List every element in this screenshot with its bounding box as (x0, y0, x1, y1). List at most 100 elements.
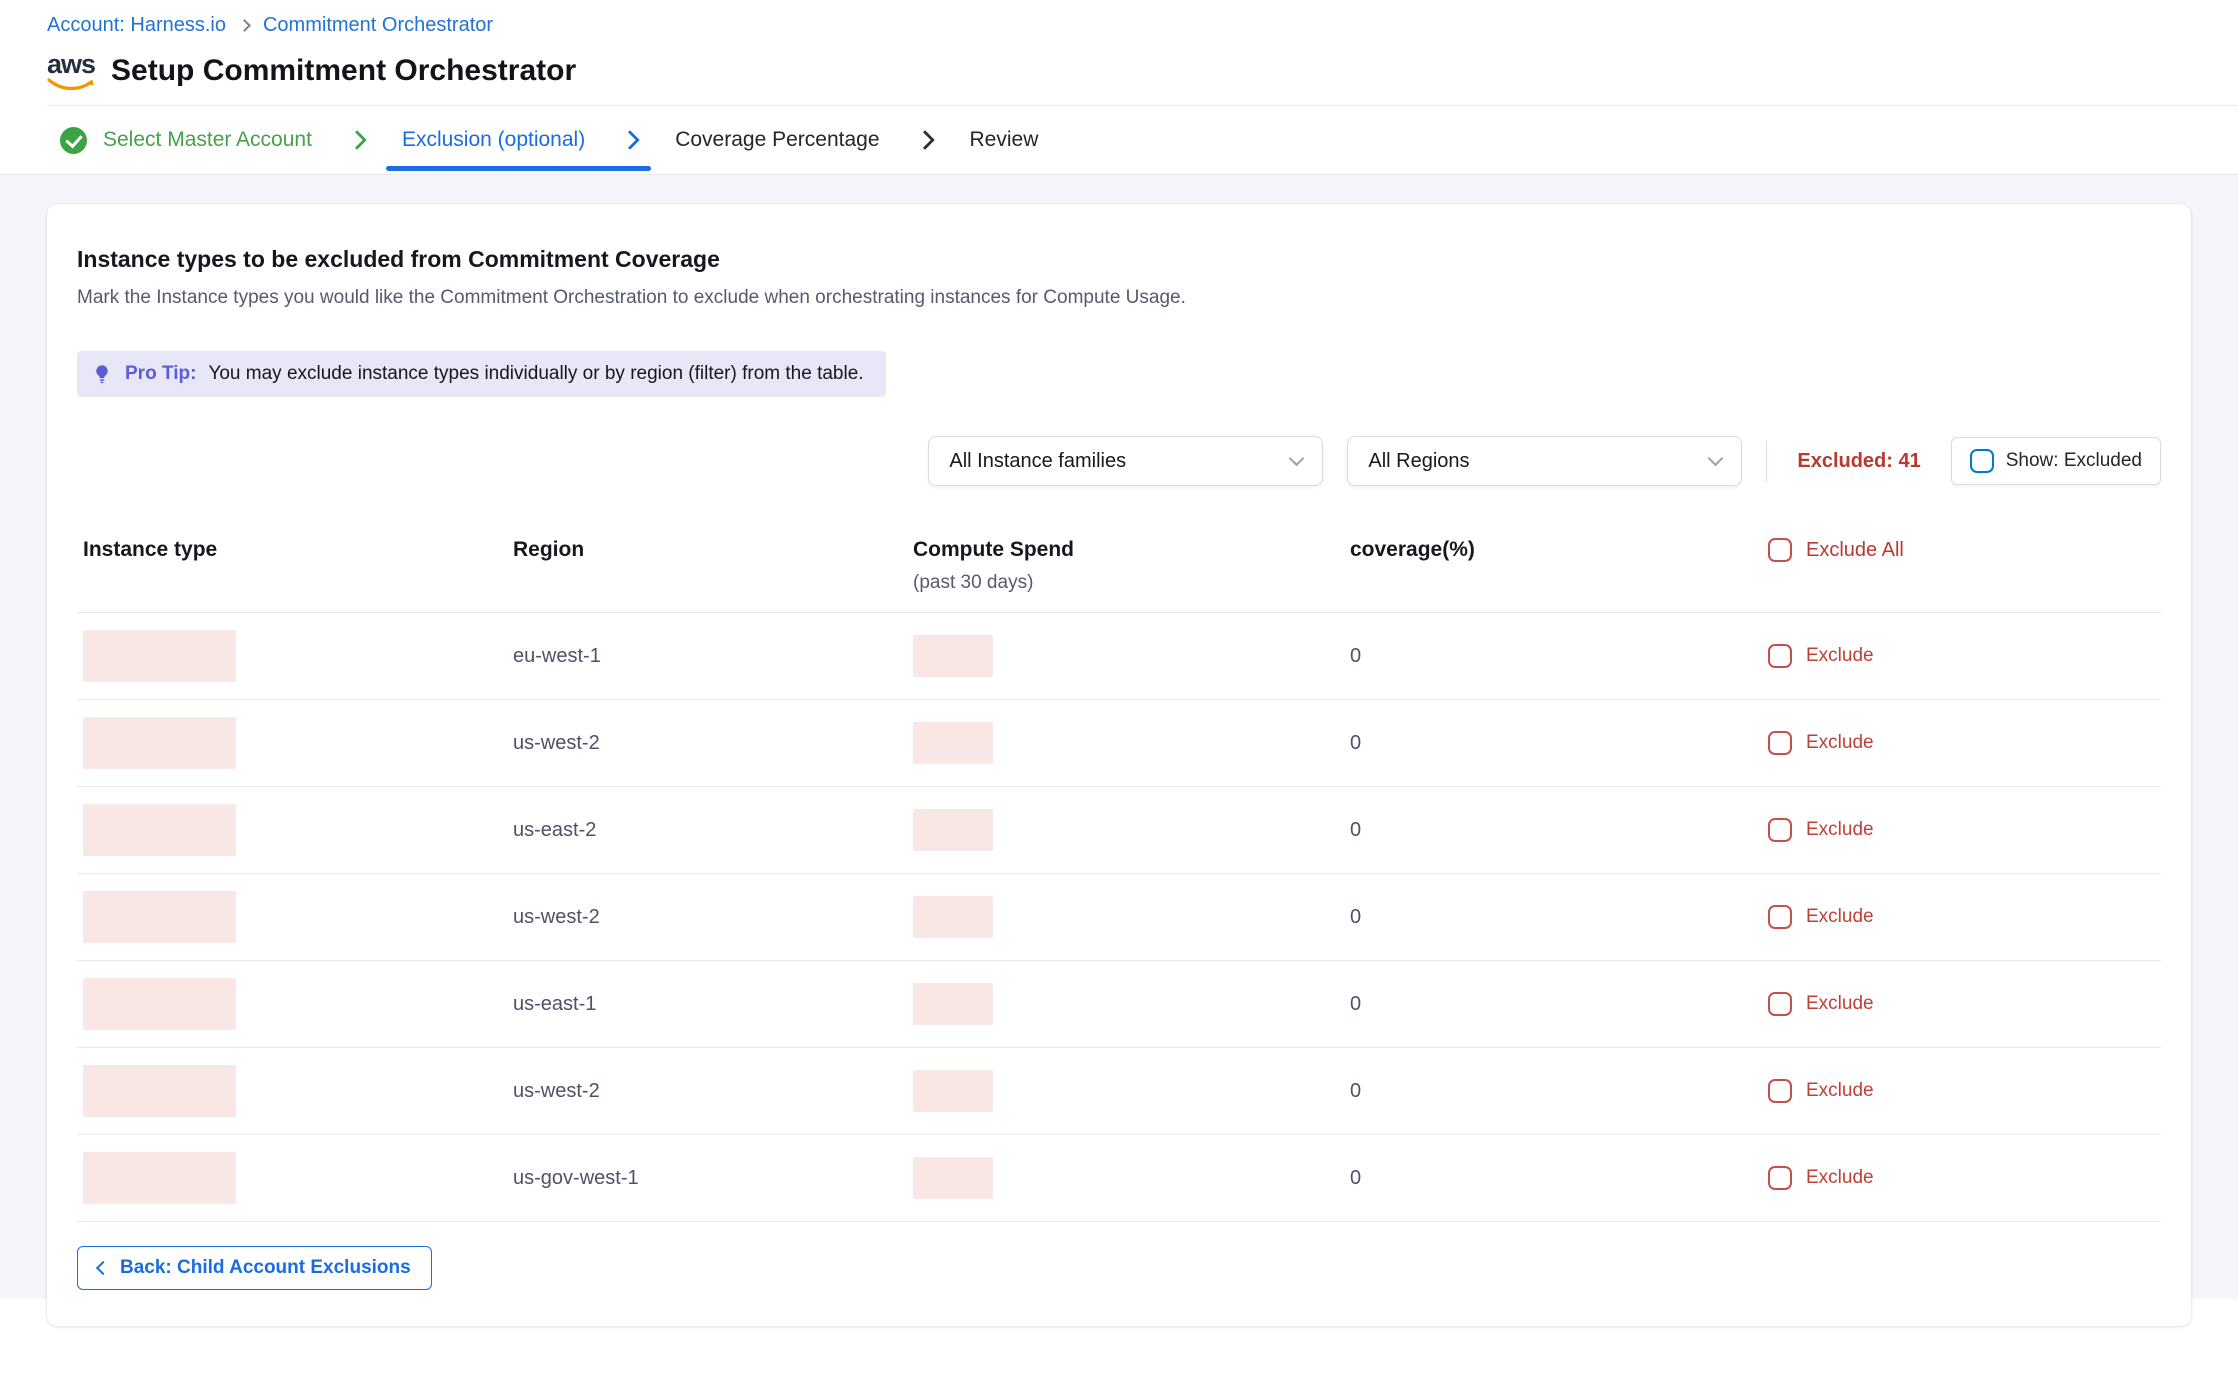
compute-spend-cell (899, 1070, 1322, 1112)
step-label: Review (970, 128, 1039, 152)
panel-subtitle: Mark the Instance types you would like t… (77, 287, 2161, 309)
instance-type-cell (77, 630, 447, 682)
col-header-compute-spend: Compute Spend (past 30 days) (899, 538, 1322, 594)
table-header-row: Instance type Region Compute Spend (past… (77, 516, 2161, 613)
region-cell: us-west-2 (447, 732, 899, 755)
page-header: Account: Harness.io Commitment Orchestra… (0, 0, 2238, 106)
step-chevron-icon (620, 130, 640, 150)
redacted-instance-type-block (83, 630, 236, 682)
table-body: eu-west-1 0 Exclude us-west-2 (77, 613, 2161, 1222)
exclude-checkbox[interactable] (1768, 905, 1792, 929)
redacted-instance-type-block (83, 804, 236, 856)
aws-smile-icon (47, 78, 95, 91)
redacted-spend-block (913, 896, 993, 938)
region-cell: eu-west-1 (447, 645, 899, 668)
lightbulb-icon (91, 363, 113, 385)
coverage-cell: 0 (1322, 819, 1682, 842)
instance-type-cell (77, 1065, 447, 1117)
page-title: Setup Commitment Orchestrator (111, 54, 576, 88)
instance-type-cell (77, 1152, 447, 1204)
redacted-instance-type-block (83, 717, 236, 769)
chevron-down-icon (1289, 451, 1305, 467)
show-excluded-label: Show: Excluded (2006, 450, 2142, 472)
exclude-label: Exclude (1806, 906, 1874, 928)
instance-type-cell (77, 717, 447, 769)
col-header-region: Region (447, 538, 899, 562)
exclude-cell: Exclude (1682, 905, 2161, 929)
coverage-cell: 0 (1322, 1080, 1682, 1103)
step-coverage-percentage[interactable]: Coverage Percentage (675, 128, 879, 152)
instance-families-select[interactable]: All Instance families (928, 436, 1323, 486)
exclude-all-label: Exclude All (1806, 539, 1904, 562)
compute-spend-sublabel: (past 30 days) (913, 572, 1322, 594)
exclude-checkbox[interactable] (1768, 1166, 1792, 1190)
pro-tip-text: You may exclude instance types individua… (208, 363, 863, 385)
table-row: us-west-2 0 Exclude (77, 700, 2161, 787)
coverage-cell: 0 (1322, 732, 1682, 755)
compute-spend-cell (899, 635, 1322, 677)
step-label: Coverage Percentage (675, 128, 879, 152)
exclude-checkbox[interactable] (1768, 731, 1792, 755)
table-row: us-east-1 0 Exclude (77, 961, 2161, 1048)
check-circle-icon (60, 127, 87, 154)
exclude-checkbox[interactable] (1768, 1079, 1792, 1103)
table-row: us-west-2 0 Exclude (77, 874, 2161, 961)
exclude-label: Exclude (1806, 1080, 1874, 1102)
region-cell: us-gov-west-1 (447, 1167, 899, 1190)
instance-families-value: All Instance families (949, 450, 1126, 473)
step-label: Exclusion (optional) (402, 128, 585, 152)
col-header-instance-type: Instance type (77, 538, 447, 562)
pro-tip-label: Pro Tip: (125, 363, 196, 385)
regions-select[interactable]: All Regions (1347, 436, 1742, 486)
step-select-master-account[interactable]: Select Master Account (60, 127, 312, 154)
exclude-cell: Exclude (1682, 644, 2161, 668)
pro-tip-banner: Pro Tip: You may exclude instance types … (77, 351, 886, 397)
step-label: Select Master Account (103, 128, 312, 152)
exclude-cell: Exclude (1682, 818, 2161, 842)
active-step-group: Exclusion (optional) (402, 106, 637, 175)
exclude-all-checkbox[interactable] (1768, 538, 1792, 562)
redacted-instance-type-block (83, 891, 236, 943)
step-review[interactable]: Review (970, 128, 1039, 152)
show-excluded-toggle[interactable]: Show: Excluded (1951, 437, 2161, 485)
region-cell: us-west-2 (447, 1080, 899, 1103)
compute-spend-cell (899, 809, 1322, 851)
back-button[interactable]: Back: Child Account Exclusions (77, 1246, 432, 1290)
table-row: eu-west-1 0 Exclude (77, 613, 2161, 700)
table-row: us-west-2 0 Exclude (77, 1048, 2161, 1135)
exclude-cell: Exclude (1682, 992, 2161, 1016)
region-cell: us-east-1 (447, 993, 899, 1016)
step-chevron-icon (915, 130, 935, 150)
region-cell: us-west-2 (447, 906, 899, 929)
show-excluded-checkbox[interactable] (1970, 449, 1994, 473)
compute-spend-cell (899, 1157, 1322, 1199)
exclude-checkbox[interactable] (1768, 644, 1792, 668)
breadcrumb-page-link[interactable]: Commitment Orchestrator (263, 14, 493, 37)
step-chevron-icon (347, 130, 367, 150)
exclude-label: Exclude (1806, 645, 1874, 667)
exclude-label: Exclude (1806, 819, 1874, 841)
exclude-checkbox[interactable] (1768, 992, 1792, 1016)
breadcrumb-account-link[interactable]: Account: Harness.io (47, 14, 226, 37)
exclude-label: Exclude (1806, 993, 1874, 1015)
redacted-instance-type-block (83, 978, 236, 1030)
redacted-instance-type-block (83, 1152, 236, 1204)
title-row: aws Setup Commitment Orchestrator (47, 51, 2238, 105)
redacted-spend-block (913, 983, 993, 1025)
exclude-cell: Exclude (1682, 1079, 2161, 1103)
coverage-cell: 0 (1322, 1167, 1682, 1190)
aws-logo-text: aws (47, 51, 95, 78)
breadcrumb-chevron-icon (238, 19, 251, 32)
chevron-left-icon (96, 1261, 110, 1275)
step-exclusion[interactable]: Exclusion (optional) (402, 128, 585, 152)
compute-spend-cell (899, 983, 1322, 1025)
table-row: us-east-2 0 Exclude (77, 787, 2161, 874)
breadcrumb: Account: Harness.io Commitment Orchestra… (47, 14, 2238, 37)
redacted-spend-block (913, 809, 993, 851)
exclude-checkbox[interactable] (1768, 818, 1792, 842)
exclude-label: Exclude (1806, 1167, 1874, 1189)
compute-spend-cell (899, 722, 1322, 764)
coverage-cell: 0 (1322, 906, 1682, 929)
chevron-down-icon (1708, 451, 1724, 467)
regions-value: All Regions (1368, 450, 1469, 473)
